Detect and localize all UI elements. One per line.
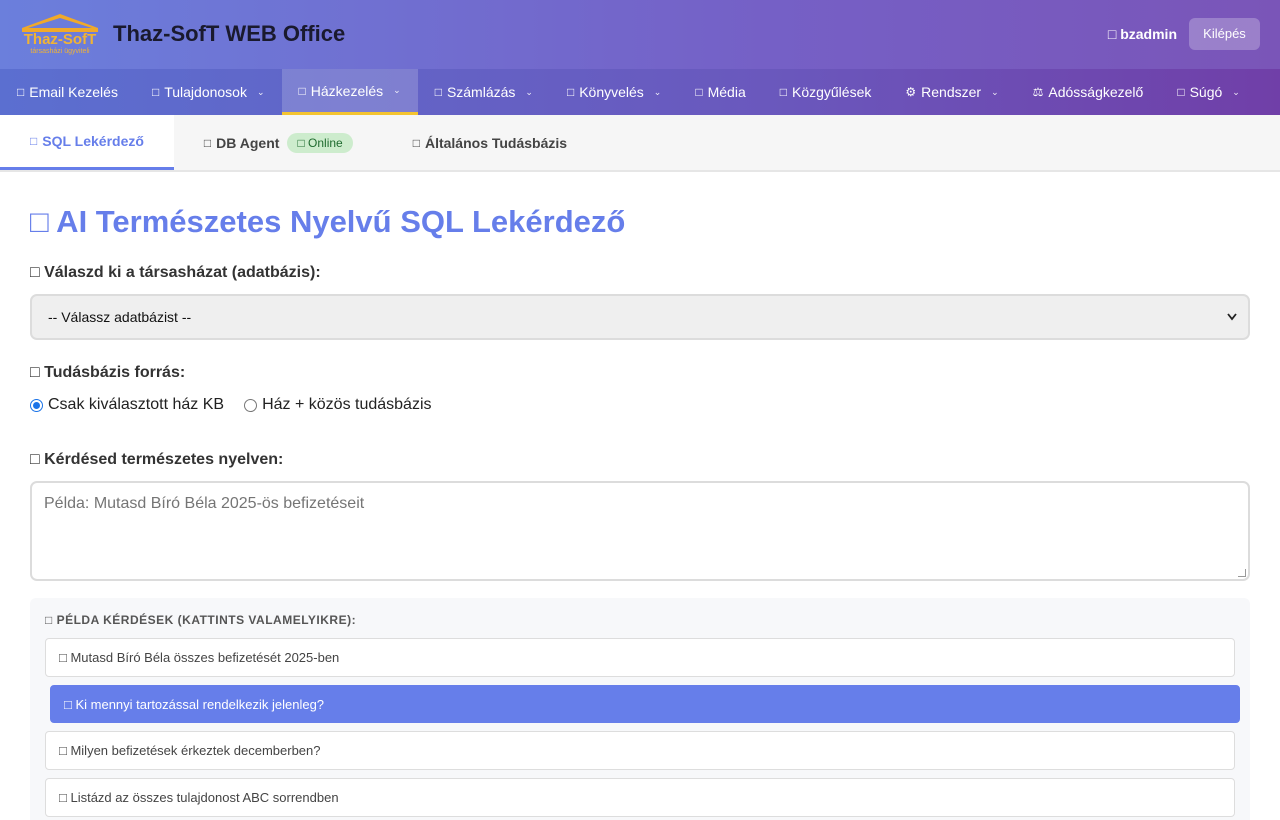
nav-item-system[interactable]: ⚙ Rendszer ⌄	[888, 69, 1015, 115]
nav-item-label: Tulajdonosok	[164, 84, 247, 100]
example-question-item[interactable]: □ Mutasd Bíró Béla összes befizetését 20…	[45, 638, 1235, 677]
user-icon: □	[1107, 26, 1117, 42]
kb-option-combined-radio[interactable]	[244, 398, 258, 412]
logout-button[interactable]: Kilépés	[1189, 18, 1260, 50]
app-header: Thaz-SofT társasházi ügyviteli Thaz-SofT…	[0, 0, 1280, 69]
status-badge: □ Online	[287, 132, 353, 153]
kb-source-label: □ Tudásbázis forrás:	[30, 364, 186, 381]
username: bzadmin	[1120, 26, 1177, 42]
nav-item-label: Könyvelés	[579, 84, 644, 100]
chevron-down-icon: ⌄	[1232, 86, 1240, 97]
nav-item-label: Közgyűlések	[791, 84, 872, 100]
logo-icon: Thaz-SofT társasházi ügyviteli	[22, 14, 98, 55]
question-input[interactable]: Példa: Mutasd Bíró Béla 2025-ös befizeté…	[30, 481, 1250, 581]
knowledge-base-icon: □	[412, 135, 420, 150]
nav-item-label: Rendszer	[921, 84, 982, 100]
database-select-value: -- Válassz adatbázist --	[48, 309, 192, 325]
chevron-down-icon: ⌄	[653, 86, 662, 97]
meetings-icon: □	[779, 85, 787, 99]
examples-header: □ PÉLDA KÉRDÉSEK (KATTINTS VALAMELYIKRE)…	[45, 613, 357, 627]
example-questions-panel: □ PÉLDA KÉRDÉSEK (KATTINTS VALAMELYIKRE)…	[30, 598, 1250, 820]
main-nav: □ Email Kezelés □ Tulajdonosok ⌄ □ Házke…	[0, 69, 1280, 115]
page-title: □ AI Természetes Nyelvű SQL Lekérdező	[30, 204, 626, 239]
example-question-item[interactable]: □ Ki mennyi tartozással rendelkezik jele…	[50, 685, 1240, 723]
nav-item-accounting[interactable]: □ Könyvelés ⌄	[550, 69, 678, 115]
nav-item-billing[interactable]: □ Számlázás ⌄	[418, 69, 550, 115]
billing-icon: □	[434, 85, 442, 99]
svg-text:Thaz-SofT: Thaz-SofT	[24, 31, 97, 48]
nav-item-house-management[interactable]: □ Házkezelés ⌄	[281, 69, 418, 115]
chevron-down-icon	[1226, 296, 1238, 356]
question-placeholder: Példa: Mutasd Bíró Béla 2025-ös befizeté…	[44, 495, 365, 512]
nav-item-label: Házkezelés	[310, 82, 384, 99]
house-icon: □	[298, 83, 306, 98]
nav-item-label: Számlázás	[446, 84, 516, 100]
user-label: □ bzadmin	[1108, 26, 1177, 42]
email-icon: □	[17, 85, 25, 99]
gear-icon: ⚙	[905, 85, 917, 99]
nav-item-label: Email Kezelés	[29, 84, 118, 100]
nav-item-label: Súgó	[1189, 84, 1223, 100]
app-title: Thaz-SofT WEB Office	[113, 21, 346, 46]
nav-item-debt[interactable]: ⚖ Adósságkezelő	[1016, 69, 1161, 115]
nav-item-help[interactable]: □ Súgó ⌄	[1160, 69, 1257, 115]
tab-general-kb[interactable]: □ Általános Tudásbázis	[382, 115, 598, 170]
resize-handle-icon[interactable]	[1238, 569, 1246, 577]
chevron-down-icon: ⌄	[393, 85, 401, 95]
database-select[interactable]: -- Válassz adatbázist --	[30, 294, 1250, 340]
accounting-icon: □	[566, 85, 575, 99]
chevron-down-icon: ⌄	[991, 86, 999, 97]
agent-icon: □	[203, 135, 212, 150]
nav-item-label: Adósságkezelő	[1048, 84, 1144, 100]
media-icon: □	[695, 85, 703, 99]
nav-item-meetings[interactable]: □ Közgyűlések	[763, 69, 889, 115]
nav-item-email[interactable]: □ Email Kezelés	[0, 69, 135, 115]
nav-item-label: Média	[707, 84, 746, 100]
kb-option-house-label[interactable]: Csak kiválasztott ház KB	[48, 396, 224, 414]
db-select-label: □ Válaszd ki a társasházat (adatbázis):	[30, 264, 321, 281]
tab-label: Általános Tudásbázis	[424, 134, 568, 151]
tab-label: DB Agent	[216, 134, 280, 151]
kb-source-options: Csak kiválasztott ház KB Ház + közös tud…	[30, 396, 432, 414]
example-question-item[interactable]: □ Listázd az összes tulajdonost ABC sorr…	[45, 778, 1235, 817]
tab-sql-query[interactable]: □ SQL Lekérdező	[0, 115, 174, 170]
kb-option-combined-label[interactable]: Ház + közös tudásbázis	[262, 396, 431, 414]
nav-item-media[interactable]: □ Média	[678, 69, 762, 115]
scales-icon: ⚖	[1032, 85, 1044, 99]
sql-icon: □	[30, 134, 38, 148]
svg-text:társasházi ügyviteli: társasházi ügyviteli	[30, 48, 90, 55]
tab-db-agent[interactable]: □ DB Agent □ Online	[173, 115, 383, 170]
chevron-down-icon: ⌄	[256, 86, 265, 97]
nav-item-owners[interactable]: □ Tulajdonosok ⌄	[135, 69, 282, 115]
question-label: □ Kérdésed természetes nyelven:	[30, 451, 284, 468]
tab-label: SQL Lekérdező	[42, 133, 144, 149]
help-icon: □	[1177, 85, 1185, 99]
kb-option-house-radio[interactable]	[30, 398, 43, 412]
chevron-down-icon: ⌄	[525, 86, 533, 97]
tab-bar: □ SQL Lekérdező □ DB Agent □ Online □ Ál…	[0, 115, 1280, 172]
example-question-item[interactable]: □ Milyen befizetések érkeztek decemberbe…	[45, 731, 1235, 770]
owners-icon: □	[151, 85, 160, 99]
